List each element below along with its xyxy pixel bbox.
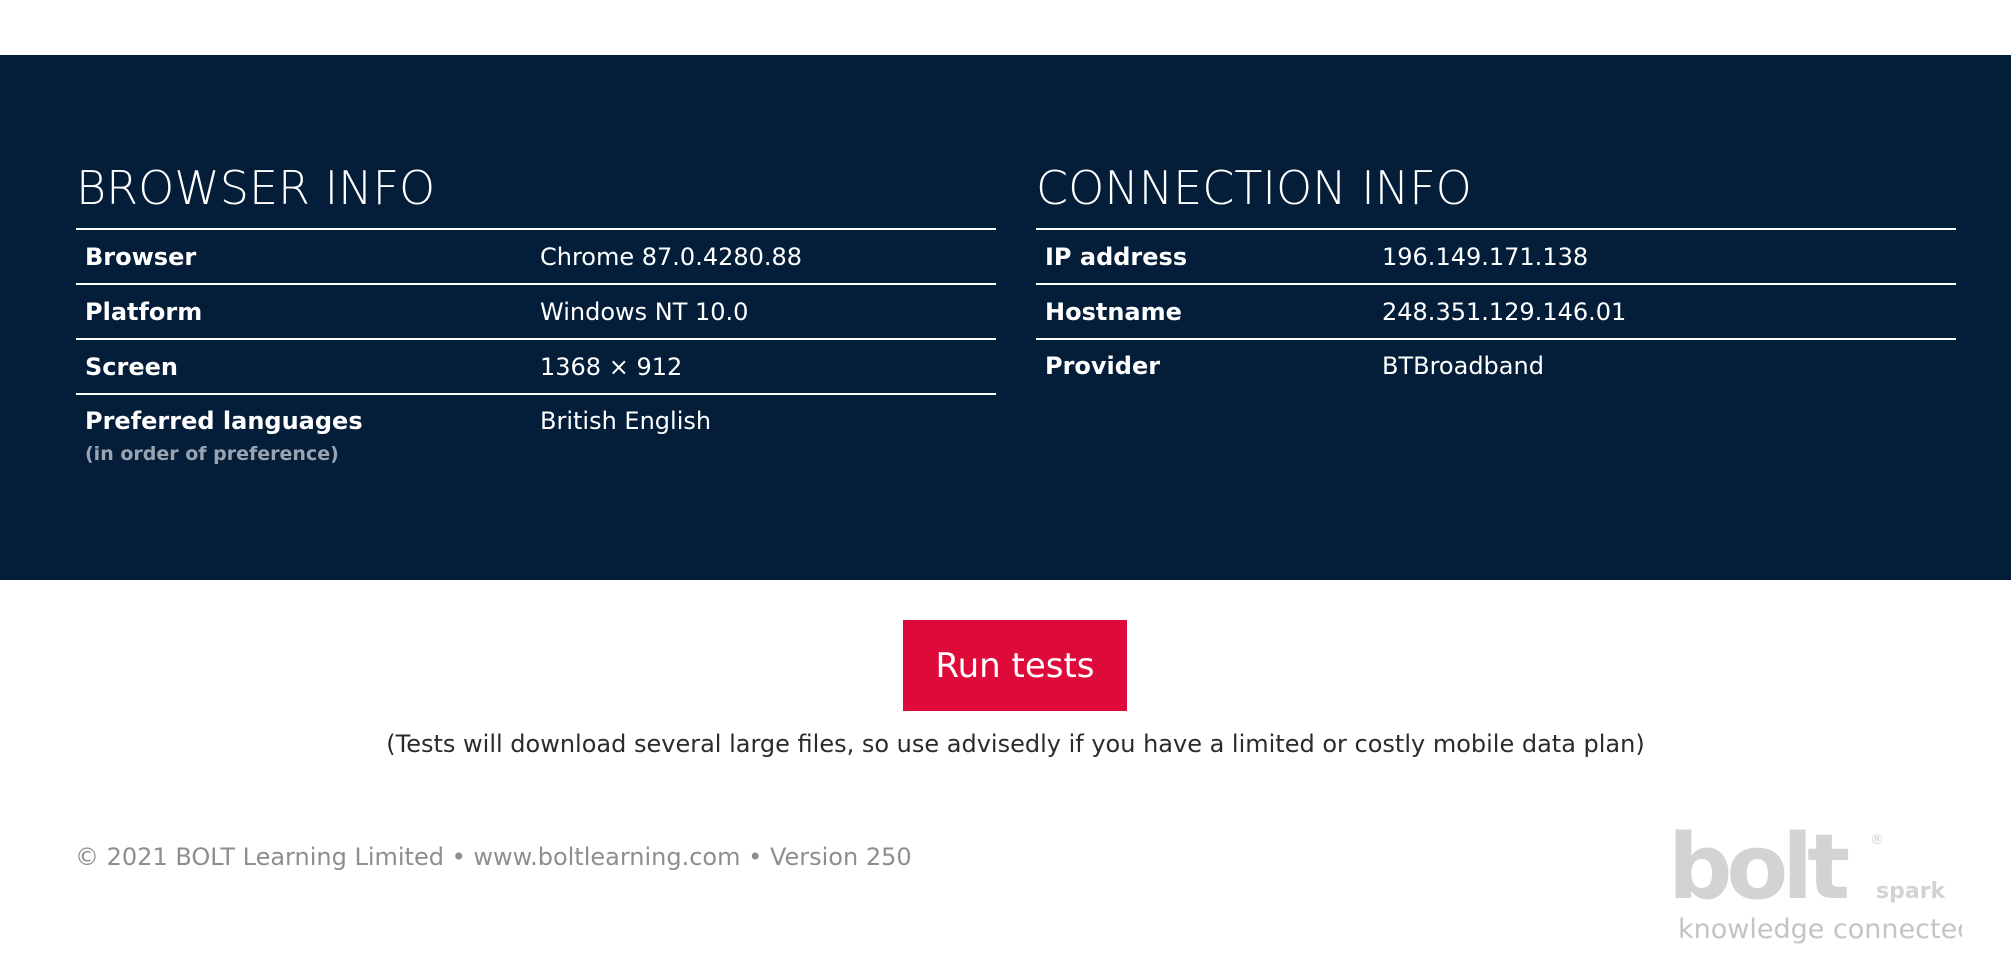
bolt-spark-logo: bolt ® spark knowledge connected	[1668, 820, 1962, 945]
provider-row: Provider BTBroadband	[1036, 340, 1956, 380]
row-value: 1368 × 912	[540, 352, 683, 381]
row-label: Provider	[1045, 352, 1161, 380]
preferred-languages-row: Preferred languages (in order of prefere…	[76, 395, 996, 465]
row-value: 196.149.171.138	[1382, 242, 1589, 271]
page: BROWSER INFO Browser Chrome 87.0.4280.88…	[0, 0, 2011, 978]
row-label: Browser	[85, 242, 197, 271]
screen-row: Screen 1368 × 912	[76, 340, 996, 395]
browser-info-table: Browser Chrome 87.0.4280.88 Platform Win…	[76, 228, 996, 465]
browser-row: Browser Chrome 87.0.4280.88	[76, 230, 996, 285]
row-sublabel: (in order of preference)	[85, 443, 339, 465]
row-value: 248.351.129.146.01	[1382, 297, 1627, 326]
row-label: Screen	[85, 352, 178, 381]
row-label: Preferred languages	[85, 407, 363, 435]
row-value: BTBroadband	[1382, 352, 1544, 380]
footer: © 2021 BOLT Learning Limited • www.boltl…	[75, 843, 912, 871]
hostname-row: Hostname 248.351.129.146.01	[1036, 285, 1956, 340]
row-label-group: Preferred languages (in order of prefere…	[76, 407, 540, 465]
website-link[interactable]: www.boltlearning.com	[473, 843, 740, 871]
row-label: Platform	[85, 297, 203, 326]
logo-tagline: knowledge connected	[1678, 914, 1962, 945]
browser-info-title: BROWSER INFO	[76, 161, 436, 215]
info-band: BROWSER INFO Browser Chrome 87.0.4280.88…	[0, 55, 2011, 580]
row-value: British English	[540, 407, 712, 435]
footer-separator: •	[451, 843, 466, 871]
browser-info-panel: BROWSER INFO Browser Chrome 87.0.4280.88…	[76, 153, 996, 465]
connection-info-table: IP address 196.149.171.138 Hostname 248.…	[1036, 228, 1956, 380]
data-usage-note: (Tests will download several large files…	[386, 730, 1645, 758]
footer-separator: •	[748, 843, 763, 871]
copyright-text: © 2021 BOLT Learning Limited	[75, 843, 444, 871]
run-tests-button[interactable]: Run tests	[903, 620, 1127, 711]
version-text: Version 250	[769, 843, 912, 871]
row-label: Hostname	[1045, 297, 1182, 326]
row-value: Windows NT 10.0	[540, 297, 749, 326]
logo-wordmark: bolt	[1668, 820, 1848, 920]
row-label: IP address	[1045, 242, 1188, 271]
logo-registered-mark: ®	[1870, 832, 1884, 848]
platform-row: Platform Windows NT 10.0	[76, 285, 996, 340]
row-value: Chrome 87.0.4280.88	[540, 242, 803, 271]
logo-product: spark	[1876, 879, 1947, 904]
connection-info-title: CONNECTION INFO	[1036, 161, 1472, 215]
connection-info-panel: CONNECTION INFO IP address 196.149.171.1…	[1036, 153, 1956, 380]
ip-address-row: IP address 196.149.171.138	[1036, 230, 1956, 285]
